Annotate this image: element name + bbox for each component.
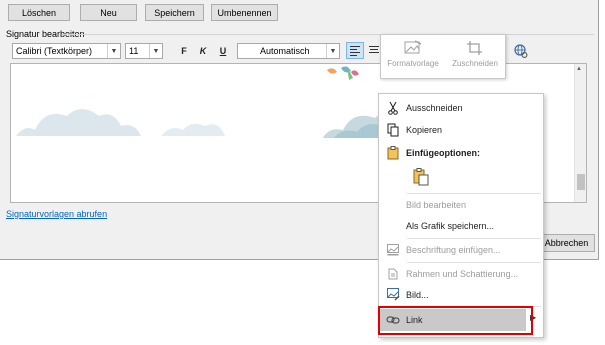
menu-item-label: Beschriftung einfügen... — [406, 244, 501, 255]
picture-style-icon — [404, 40, 422, 54]
cancel-button[interactable]: Abbrechen — [538, 234, 595, 252]
crop-label: Zuschneiden — [452, 59, 498, 68]
crop-button[interactable]: Zuschneiden — [445, 37, 505, 77]
underline-button[interactable]: U — [216, 44, 230, 58]
font-family-value: Calibri (Textkörper) — [16, 46, 93, 56]
menu-item-borders-shading[interactable]: Rahmen und Schattierung... — [380, 263, 542, 284]
scroll-up-arrow-icon[interactable]: ▲ — [576, 66, 582, 72]
italic-button[interactable]: K — [196, 44, 210, 58]
picture-mini-toolbar: Formatvorlage Zuschneiden — [380, 34, 506, 79]
align-left-icon — [350, 46, 360, 56]
font-color-select[interactable]: Automatisch ▼ — [237, 43, 340, 59]
style-label: Formatvorlage — [387, 59, 439, 68]
menu-heading-paste-options: Einfügeoptionen: — [380, 142, 542, 163]
menu-item-label: Rahmen und Schattierung... — [406, 268, 519, 279]
chevron-down-icon: ▼ — [149, 44, 162, 58]
delete-button[interactable]: Löschen — [8, 4, 70, 21]
font-size-value: 11 — [129, 46, 139, 56]
paste-picture-icon — [413, 168, 429, 186]
menu-item-edit-picture[interactable]: Bild bearbeiten — [380, 194, 542, 215]
bold-button[interactable]: F — [177, 44, 191, 58]
save-button[interactable]: Speichern — [145, 4, 204, 21]
menu-item-link[interactable]: Link — [380, 309, 526, 331]
menu-item-picture[interactable]: Bild... — [380, 284, 542, 305]
new-button[interactable]: Neu — [80, 4, 137, 21]
font-size-select[interactable]: 11 ▼ — [125, 43, 163, 59]
chevron-down-icon: ▼ — [326, 44, 339, 58]
context-menu: Ausschneiden Kopieren Einfügeoptionen: B… — [378, 93, 544, 338]
font-color-value: Automatisch — [260, 46, 310, 56]
align-center-icon — [369, 46, 379, 53]
menu-item-save-as-picture[interactable]: Als Grafik speichern... — [380, 215, 542, 236]
align-center-button[interactable] — [367, 43, 381, 59]
menu-item-label: Ausschneiden — [406, 102, 463, 113]
menu-item-copy[interactable]: Kopieren — [380, 119, 542, 140]
menu-item-label: Bild bearbeiten — [406, 199, 467, 210]
menu-item-label: Einfügeoptionen: — [406, 147, 480, 158]
style-button[interactable]: Formatvorlage — [383, 37, 443, 77]
menu-item-label: Bild... — [406, 289, 429, 300]
chevron-down-icon: ▼ — [107, 44, 120, 58]
menu-separator — [407, 306, 541, 307]
align-left-button[interactable] — [346, 42, 364, 59]
rename-button[interactable]: Umbenennen — [211, 4, 278, 21]
signature-templates-link[interactable]: Signaturvorlagen abrufen — [6, 209, 107, 219]
submenu-arrow-icon: ▶ — [530, 313, 537, 322]
paste-keep-picture-button[interactable] — [410, 166, 432, 188]
scrollbar-thumb[interactable] — [577, 174, 585, 190]
link-icon — [380, 310, 406, 330]
menu-item-label: Als Grafik speichern... — [406, 220, 495, 231]
section-divider — [62, 34, 594, 35]
font-family-select[interactable]: Calibri (Textkörper) ▼ — [12, 43, 121, 59]
menu-item-label: Link — [406, 315, 423, 325]
menu-item-label: Kopieren — [406, 124, 443, 135]
menu-item-insert-caption[interactable]: Beschriftung einfügen... — [380, 239, 542, 260]
crop-icon — [467, 41, 482, 55]
picture-format-icon — [380, 285, 406, 305]
menu-item-cut[interactable]: Ausschneiden — [380, 97, 542, 118]
scissors-icon — [380, 98, 406, 118]
clipboard-icon — [380, 143, 406, 163]
hyperlink-button[interactable] — [513, 43, 529, 59]
editor-scrollbar[interactable]: ▲ — [574, 64, 586, 202]
globe-link-icon — [514, 44, 528, 58]
copy-icon — [380, 120, 406, 140]
caption-icon — [380, 240, 406, 260]
document-icon — [380, 264, 406, 284]
